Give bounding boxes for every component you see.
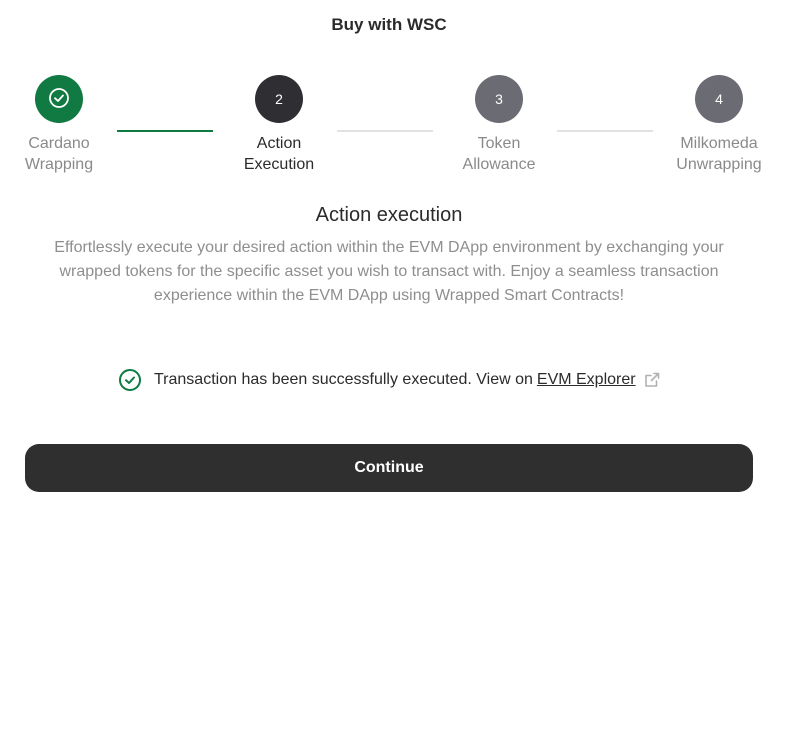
step-1-circle <box>35 75 83 123</box>
step-action-execution: 2 Action Execution <box>219 75 339 175</box>
status-text: Transaction has been successfully execut… <box>154 371 533 388</box>
continue-button[interactable]: Continue <box>25 444 753 492</box>
step-4-label: Milkomeda Unwrapping <box>676 135 762 173</box>
check-circle-icon <box>118 368 142 392</box>
evm-explorer-link[interactable]: EVM Explorer <box>537 371 636 389</box>
step-1-label: Cardano Wrapping <box>24 135 94 173</box>
step-token-allowance: 3 Token Allowance <box>439 75 559 175</box>
step-cardano-wrapping: Cardano Wrapping <box>0 75 119 175</box>
step-connector-1 <box>117 130 213 132</box>
step-2-label: Action Execution <box>243 135 315 173</box>
step-4-circle: 4 <box>695 75 743 123</box>
section-description: Effortlessly execute your desired action… <box>54 239 724 304</box>
progress-stepper: Cardano Wrapping 2 Action Execution 3 To… <box>0 0 792 180</box>
step-milkomeda-unwrapping: 4 Milkomeda Unwrapping <box>659 75 779 175</box>
step-3-label: Token Allowance <box>462 135 536 173</box>
check-icon <box>48 87 70 112</box>
transaction-status: Transaction has been successfully execut… <box>118 368 661 392</box>
section-title: Action execution <box>315 204 463 226</box>
step-connector-3 <box>557 130 653 132</box>
step-2-circle: 2 <box>255 75 303 123</box>
step-3-circle: 3 <box>475 75 523 123</box>
step-connector-2 <box>337 130 433 132</box>
external-link-icon[interactable] <box>643 371 661 389</box>
